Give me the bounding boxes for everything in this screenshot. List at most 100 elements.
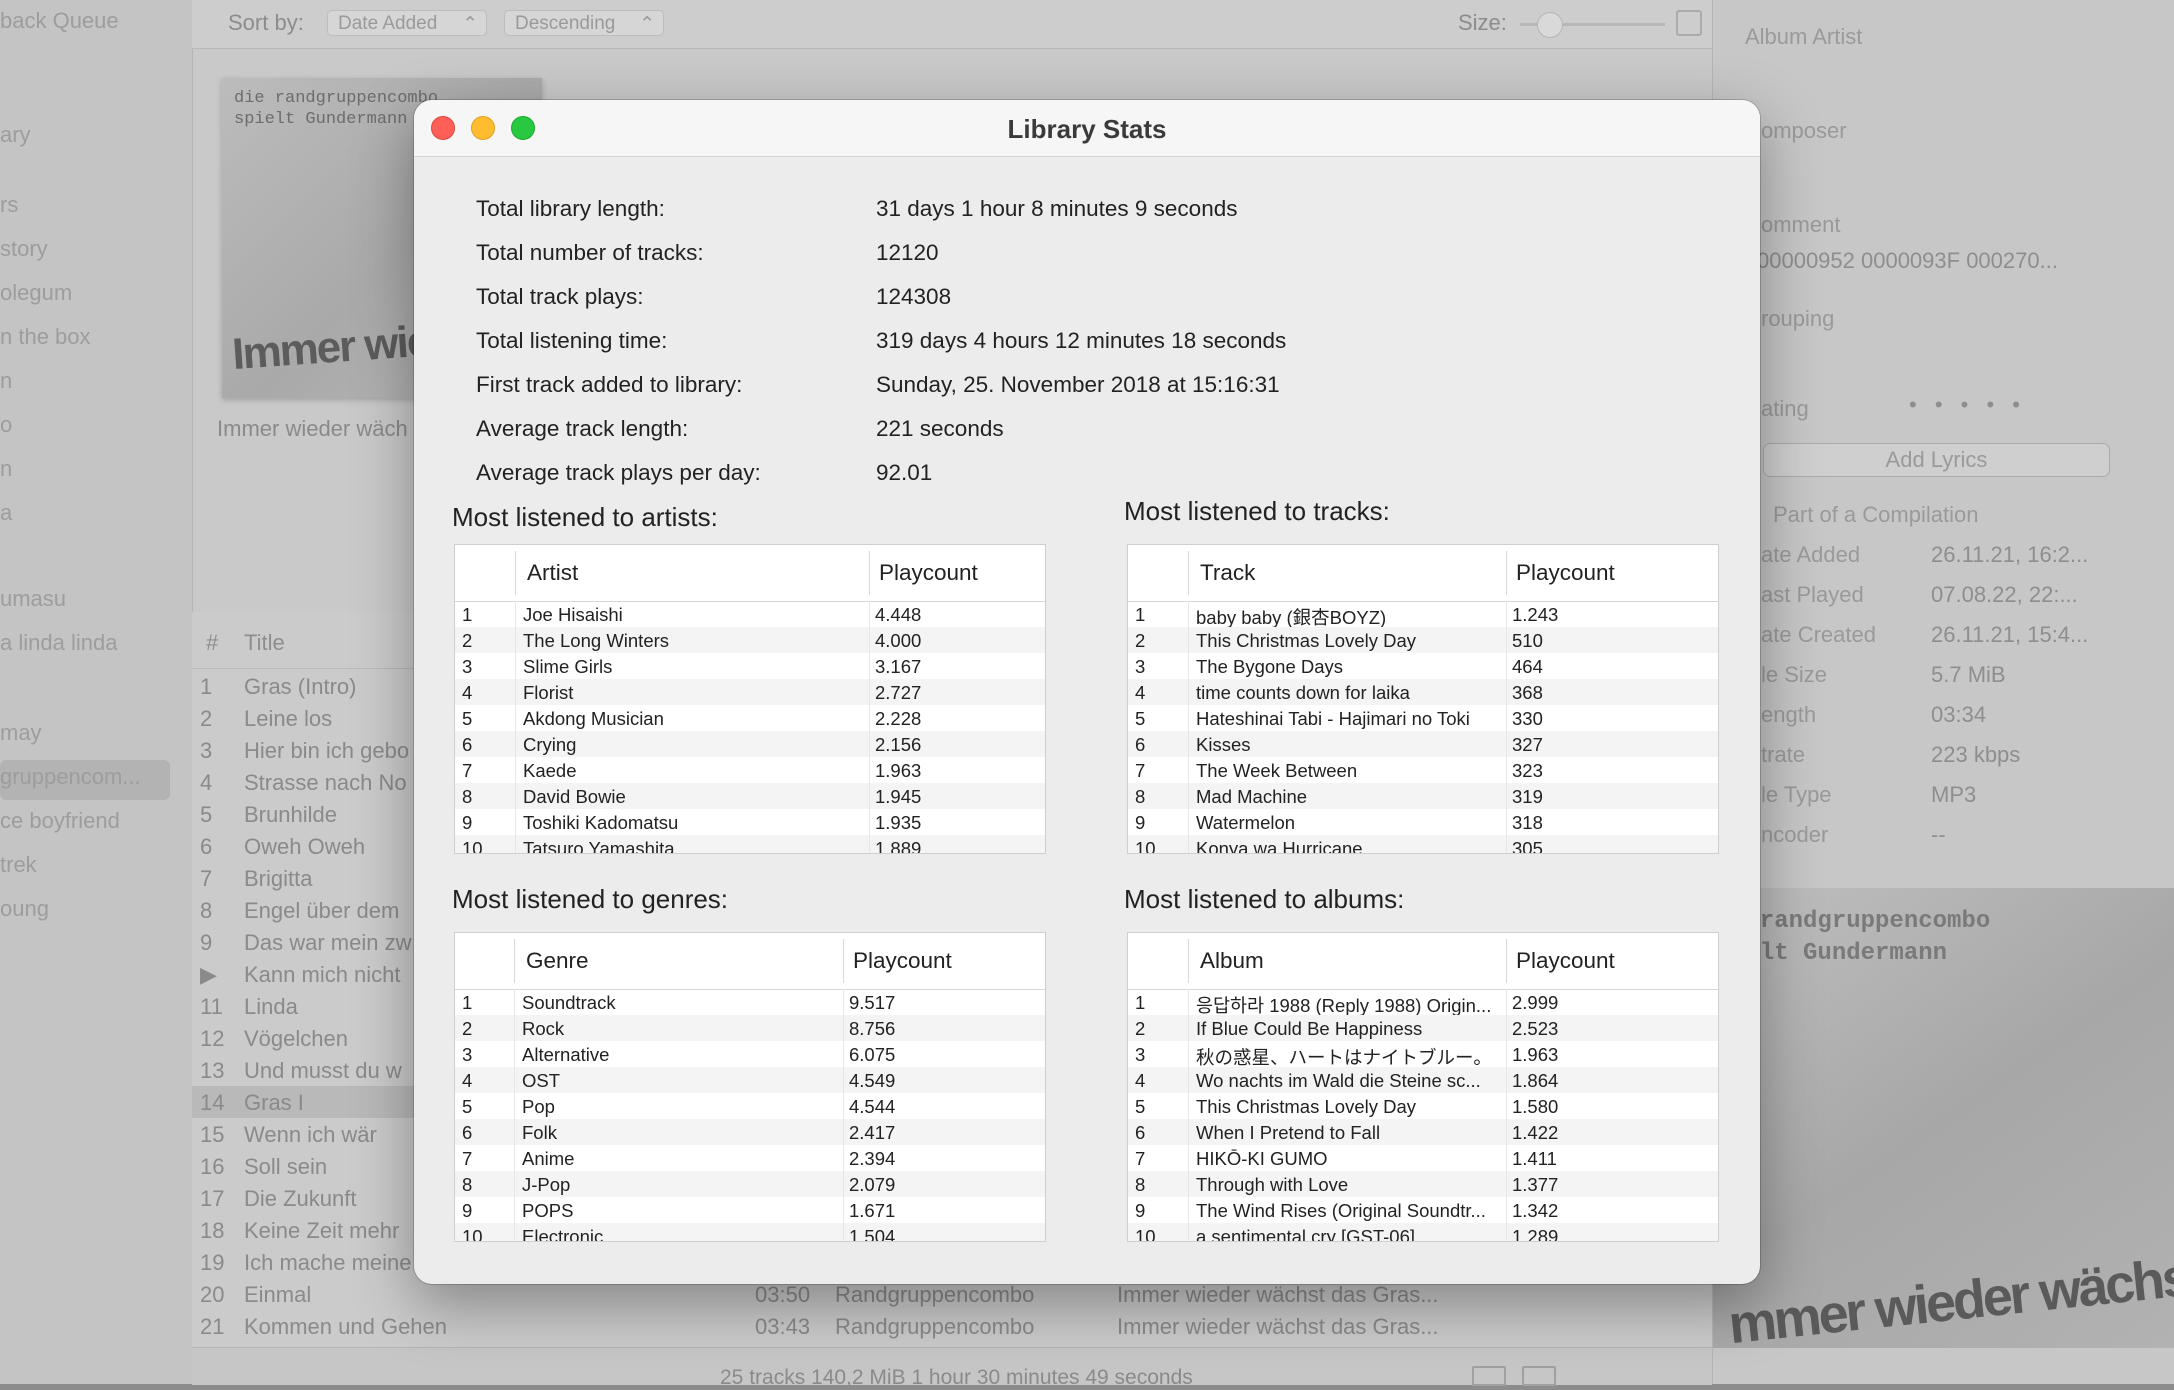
stat-value[interactable]: 319 days 4 hours 12 minutes 18 seconds [876,328,1286,354]
table-row[interactable]: 1 baby baby (銀杏BOYZ) 1.243 [1128,601,1718,628]
sidebar-item[interactable]: n [0,456,12,482]
column-divider[interactable] [515,551,516,595]
list-view-icon[interactable] [1472,1366,1506,1386]
table-row[interactable]: 6 Crying 2.156 [455,731,1045,757]
grid-view-icon[interactable] [1522,1366,1556,1386]
stat-value[interactable]: Sunday, 25. November 2018 at 15:16:31 [876,372,1280,398]
inspector-field-value[interactable]: -- [1931,822,1946,848]
sidebar-item[interactable]: n [0,368,12,394]
sidebar-item[interactable]: oung [0,896,49,922]
table-row[interactable]: 2 If Blue Could Be Happiness 2.523 [1128,1015,1718,1041]
col-header-number[interactable]: # [206,630,218,656]
sidebar-item[interactable]: o [0,412,12,438]
table-row[interactable]: 10 a sentimental cry [GST-06] 1.289 [1128,1223,1718,1241]
col-header-name[interactable]: Track [1200,560,1255,586]
album-title[interactable]: Immer wieder wäch [217,416,408,442]
sidebar-item[interactable]: may [0,720,42,746]
table-row[interactable]: 4 time counts down for laika 368 [1128,679,1718,705]
table-row[interactable]: 8 Through with Love 1.377 [1128,1171,1718,1197]
column-divider[interactable] [1188,551,1189,595]
table-row[interactable]: 9 POPS 1.671 [455,1197,1045,1223]
col-header-playcount[interactable]: Playcount [879,560,978,586]
sidebar-item[interactable]: olegum [0,280,72,306]
size-slider-knob[interactable] [1537,12,1563,38]
sidebar-item[interactable]: rs [0,192,18,218]
sidebar-item[interactable]: n the box [0,324,91,350]
table-row[interactable]: 5 This Christmas Lovely Day 1.580 [1128,1093,1718,1119]
sidebar-item[interactable]: ary [0,122,31,148]
sidebar-item[interactable]: trek [0,852,37,878]
table-row[interactable]: 7 Kaede 1.963 [455,757,1045,783]
table-row[interactable]: 8 J-Pop 2.079 [455,1171,1045,1197]
rating-stars[interactable]: • • • • • [1909,392,2026,418]
table-row[interactable]: 6 When I Pretend to Fall 1.422 [1128,1119,1718,1145]
table-row[interactable]: 5 Hateshinai Tabi - Hajimari no Toki 330 [1128,705,1718,731]
table-row[interactable]: 9 The Wind Rises (Original Soundtr... 1.34… [1128,1197,1718,1223]
column-divider[interactable] [1188,939,1189,983]
table-row[interactable]: 2 The Long Winters 4.000 [455,627,1045,653]
col-header-title[interactable]: Title [244,630,285,656]
table-row[interactable]: 2 This Christmas Lovely Day 510 [1128,627,1718,653]
table-row[interactable]: 6 Kisses 327 [1128,731,1718,757]
order-select[interactable]: Descending ⌃ [504,10,664,36]
col-header-name[interactable]: Genre [526,948,589,974]
column-divider[interactable] [1506,939,1507,983]
sidebar-item[interactable]: gruppencom... [0,764,141,790]
inspector-field-value[interactable]: 5.7 MiB [1931,662,2006,688]
table-row[interactable]: 8 David Bowie 1.945 [455,783,1045,809]
table-row[interactable]: 5 Pop 4.544 [455,1093,1045,1119]
column-divider[interactable] [843,939,844,983]
table-row[interactable]: 7 The Week Between 323 [1128,757,1718,783]
stat-value[interactable]: 221 seconds [876,416,1004,442]
stat-value[interactable]: 92.01 [876,460,932,486]
table-row[interactable]: 6 Folk 2.417 [455,1119,1045,1145]
sidebar-item[interactable]: story [0,236,48,262]
comment-value[interactable]: 00000952 0000093F 000270... [1757,248,2058,274]
table-row[interactable]: 10 Konya wa Hurricane 305 [1128,835,1718,853]
col-header-playcount[interactable]: Playcount [1516,560,1615,586]
table-row[interactable]: 5 Akdong Musician 2.228 [455,705,1045,731]
sidebar-item[interactable]: back Queue [0,8,119,34]
col-header-name[interactable]: Artist [527,560,578,586]
inspector-field-value[interactable]: 26.11.21, 15:4... [1931,622,2088,648]
stat-value[interactable]: 12120 [876,240,939,266]
table-row[interactable]: 9 Toshiki Kadomatsu 1.935 [455,809,1045,835]
table-row[interactable]: 7 Anime 2.394 [455,1145,1045,1171]
stat-value[interactable]: 124308 [876,284,951,310]
add-lyrics-button[interactable]: Add Lyrics [1763,443,2110,477]
sidebar-item[interactable]: umasu [0,586,66,612]
table-row[interactable]: 4 Wo nachts im Wald die Steine sc... 1.864 [1128,1067,1718,1093]
table-row[interactable]: 4 Florist 2.727 [455,679,1045,705]
table-row[interactable]: 8 Mad Machine 319 [1128,783,1718,809]
track-row[interactable]: 21 Kommen und Gehen 03:43 Randgruppencombo I… [192,1310,1712,1342]
table-row[interactable]: 2 Rock 8.756 [455,1015,1045,1041]
inspector-field-value[interactable]: MP3 [1931,782,1976,808]
table-row[interactable]: 1 Soundtrack 9.517 [455,989,1045,1015]
col-header-name[interactable]: Album [1200,948,1264,974]
inspector-field-value[interactable]: 223 kbps [1931,742,2020,768]
inspector-field-value[interactable]: 07.08.22, 22:... [1931,582,2078,608]
table-row[interactable]: 3 秋の惑星、ハートはナイトブルー。 1.963 [1128,1041,1718,1068]
table-row[interactable]: 9 Watermelon 318 [1128,809,1718,835]
grid-size-icon[interactable] [1676,10,1702,36]
table-row[interactable]: 1 응답하라 1988 (Reply 1988) Origin... 2.999 [1128,989,1718,1016]
table-row[interactable]: 10 Electronic 1.504 [455,1223,1045,1241]
sidebar-item[interactable]: a [0,500,12,526]
column-divider[interactable] [514,939,515,983]
table-row[interactable]: 10 Tatsuro Yamashita 1.889 [455,835,1045,853]
table-row[interactable]: 3 The Bygone Days 464 [1128,653,1718,679]
table-row[interactable]: 3 Alternative 6.075 [455,1041,1045,1067]
col-header-playcount[interactable]: Playcount [853,948,952,974]
table-row[interactable]: 7 HIKŌ-KI GUMO 1.411 [1128,1145,1718,1171]
table-row[interactable]: 1 Joe Hisaishi 4.448 [455,601,1045,627]
sort-select[interactable]: Date Added ⌃ [327,10,487,36]
column-divider[interactable] [869,551,870,595]
table-row[interactable]: 4 OST 4.549 [455,1067,1045,1093]
sidebar-item[interactable]: a linda linda [0,630,117,656]
sidebar-item[interactable]: ce boyfriend [0,808,120,834]
column-divider[interactable] [1506,551,1507,595]
stat-value[interactable]: 31 days 1 hour 8 minutes 9 seconds [876,196,1237,222]
col-header-playcount[interactable]: Playcount [1516,948,1615,974]
inspector-field-value[interactable]: 26.11.21, 16:2... [1931,542,2088,568]
inspector-field-value[interactable]: 03:34 [1931,702,1986,728]
